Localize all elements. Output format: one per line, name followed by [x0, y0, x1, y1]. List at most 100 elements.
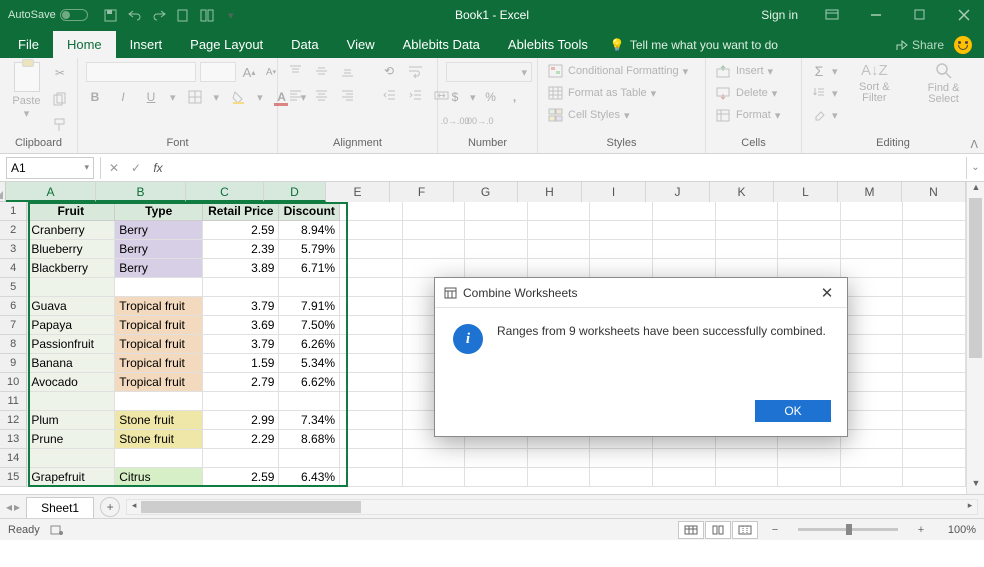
cell-M9[interactable] — [841, 354, 904, 373]
tab-home[interactable]: Home — [53, 31, 116, 58]
cell-N10[interactable] — [903, 373, 966, 392]
page-layout-view-icon[interactable] — [705, 521, 731, 539]
row-header-2[interactable]: 2 — [0, 221, 27, 240]
cell-C8[interactable]: 3.79 — [203, 335, 279, 354]
column-header-M[interactable]: M — [838, 182, 902, 202]
cell-C7[interactable]: 3.69 — [203, 316, 279, 335]
zoom-slider[interactable] — [798, 528, 898, 531]
cell-F14[interactable] — [403, 449, 466, 468]
sheet-nav-first-icon[interactable]: ◂ — [6, 500, 12, 514]
cell-D5[interactable] — [279, 278, 340, 297]
cell-K1[interactable] — [716, 202, 779, 221]
find-select-button[interactable]: Find & Select — [911, 62, 976, 105]
cell-N6[interactable] — [903, 297, 966, 316]
comma-format-icon[interactable]: , — [506, 88, 524, 106]
tab-insert[interactable]: Insert — [116, 31, 177, 58]
cell-M7[interactable] — [841, 316, 904, 335]
cell-M5[interactable] — [841, 278, 904, 297]
dialog-ok-button[interactable]: OK — [755, 400, 831, 422]
hscroll-thumb[interactable] — [141, 501, 361, 513]
cell-L14[interactable] — [778, 449, 841, 468]
scroll-up-icon[interactable]: ▲ — [967, 182, 984, 198]
cell-B7[interactable]: Tropical fruit — [115, 316, 203, 335]
row-header-9[interactable]: 9 — [0, 354, 27, 373]
touch-mode-icon[interactable] — [200, 8, 214, 22]
cell-D1[interactable]: Discount — [279, 202, 340, 221]
share-button[interactable]: Share — [895, 38, 944, 52]
fill-color-icon[interactable] — [229, 88, 247, 106]
cell-H1[interactable] — [528, 202, 591, 221]
column-header-H[interactable]: H — [518, 182, 582, 202]
sort-filter-button[interactable]: A↓Z Sort & Filter — [846, 62, 904, 104]
cell-A7[interactable]: Papaya — [27, 316, 115, 335]
percent-format-icon[interactable]: % — [482, 88, 500, 106]
format-cells-button[interactable]: Format▾ — [714, 106, 780, 124]
cell-D6[interactable]: 7.91% — [279, 297, 340, 316]
tab-view[interactable]: View — [333, 31, 389, 58]
cell-E12[interactable] — [340, 411, 403, 430]
cell-L1[interactable] — [778, 202, 841, 221]
accounting-format-icon[interactable]: $ — [446, 88, 464, 106]
tab-file[interactable]: File — [4, 31, 53, 58]
cell-D9[interactable]: 5.34% — [279, 354, 340, 373]
cell-D2[interactable]: 8.94% — [279, 221, 340, 240]
cell-M6[interactable] — [841, 297, 904, 316]
align-bottom-icon[interactable] — [338, 62, 356, 80]
column-header-E[interactable]: E — [326, 182, 390, 202]
decrease-decimal-icon[interactable]: .00→.0 — [470, 112, 488, 130]
cell-H3[interactable] — [528, 240, 591, 259]
cell-K4[interactable] — [716, 259, 779, 278]
cell-G1[interactable] — [465, 202, 528, 221]
cell-M13[interactable] — [841, 430, 904, 449]
zoom-in-button[interactable]: + — [914, 524, 928, 536]
cell-B8[interactable]: Tropical fruit — [115, 335, 203, 354]
decrease-indent-icon[interactable] — [380, 86, 398, 104]
row-header-8[interactable]: 8 — [0, 335, 27, 354]
align-left-icon[interactable] — [286, 86, 304, 104]
cell-E4[interactable] — [340, 259, 403, 278]
cell-A11[interactable] — [27, 392, 115, 411]
cell-A14[interactable] — [27, 449, 115, 468]
align-right-icon[interactable] — [338, 86, 356, 104]
cell-D10[interactable]: 6.62% — [279, 373, 340, 392]
align-middle-icon[interactable] — [312, 62, 330, 80]
cell-F1[interactable] — [403, 202, 466, 221]
scroll-right-icon[interactable]: ▸ — [963, 500, 977, 514]
cell-B6[interactable]: Tropical fruit — [115, 297, 203, 316]
cell-D4[interactable]: 6.71% — [279, 259, 340, 278]
cell-D7[interactable]: 7.50% — [279, 316, 340, 335]
cell-I1[interactable] — [590, 202, 653, 221]
close-button[interactable] — [944, 0, 984, 30]
cell-J4[interactable] — [653, 259, 716, 278]
cell-B5[interactable] — [115, 278, 203, 297]
cell-L3[interactable] — [778, 240, 841, 259]
conditional-formatting-button[interactable]: Conditional Formatting ▾ — [546, 62, 688, 80]
cell-B2[interactable]: Berry — [115, 221, 203, 240]
cell-F15[interactable] — [403, 468, 466, 487]
column-header-K[interactable]: K — [710, 182, 774, 202]
minimize-button[interactable] — [856, 0, 896, 30]
cell-E14[interactable] — [340, 449, 403, 468]
clear-button[interactable]: ▾ — [810, 106, 838, 124]
cell-I4[interactable] — [590, 259, 653, 278]
underline-dropdown-icon[interactable]: ▾ — [170, 91, 176, 104]
cell-M11[interactable] — [841, 392, 904, 411]
row-header-1[interactable]: 1 — [0, 202, 27, 221]
column-header-N[interactable]: N — [902, 182, 966, 202]
save-icon[interactable] — [104, 8, 118, 22]
cell-C14[interactable] — [203, 449, 279, 468]
cell-J15[interactable] — [653, 468, 716, 487]
qat-customize-icon[interactable]: ▾ — [224, 8, 238, 22]
cell-E9[interactable] — [340, 354, 403, 373]
borders-dropdown-icon[interactable]: ▾ — [214, 91, 220, 104]
cell-D3[interactable]: 5.79% — [279, 240, 340, 259]
expand-formula-bar-icon[interactable]: ⌄ — [966, 157, 984, 179]
cell-H2[interactable] — [528, 221, 591, 240]
cell-N12[interactable] — [903, 411, 966, 430]
cell-M12[interactable] — [841, 411, 904, 430]
row-header-3[interactable]: 3 — [0, 240, 27, 259]
cell-C12[interactable]: 2.99 — [203, 411, 279, 430]
sheet-tab-1[interactable]: Sheet1 — [26, 497, 94, 518]
cell-M15[interactable] — [841, 468, 904, 487]
column-header-F[interactable]: F — [390, 182, 454, 202]
